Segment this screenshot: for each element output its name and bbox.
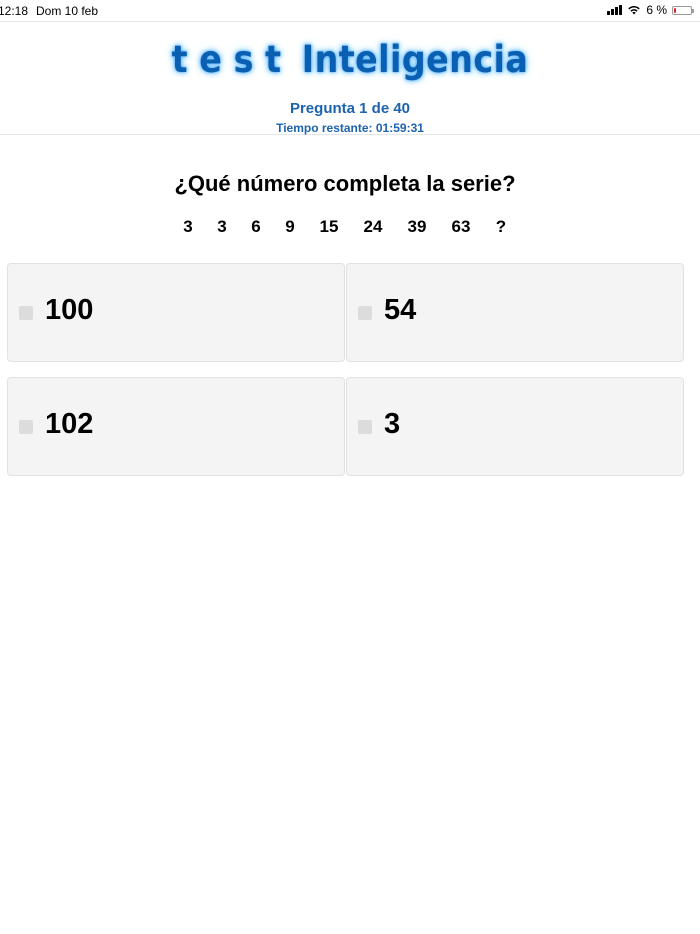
series-item: 6 xyxy=(251,217,261,236)
header: test Inteligencia Pregunta 1 de 40 Tiempo… xyxy=(0,21,700,135)
checkbox-icon[interactable] xyxy=(358,306,372,320)
series-item: 39 xyxy=(407,217,427,236)
app-logo: test Inteligencia xyxy=(35,38,665,81)
status-time: 12:18 xyxy=(0,4,29,18)
answer-option-2[interactable]: 54 xyxy=(346,263,684,362)
status-bar: 12:18 Dom 10 feb 6 % xyxy=(0,0,700,22)
logo-word-test: test xyxy=(171,38,293,81)
answer-label: 54 xyxy=(384,294,417,326)
series-item: 63 xyxy=(451,217,471,236)
checkbox-icon[interactable] xyxy=(358,420,372,434)
question-text: ¿Qué número completa la serie? xyxy=(174,171,516,196)
series-item: 9 xyxy=(285,217,295,236)
checkbox-icon[interactable] xyxy=(19,306,33,320)
number-series: 3 3 6 9 15 24 39 63 ? xyxy=(0,217,690,237)
series-item: 3 xyxy=(217,217,227,236)
series-item: 3 xyxy=(183,217,193,236)
checkbox-icon[interactable] xyxy=(19,420,33,434)
answer-label: 102 xyxy=(45,408,94,440)
answer-label: 100 xyxy=(45,294,94,326)
cellular-signal-icon xyxy=(607,5,623,15)
question-progress: Pregunta 1 de 40 xyxy=(289,100,411,117)
battery-level xyxy=(674,7,676,13)
logo-word-inteligencia: Inteligencia xyxy=(301,38,529,81)
time-remaining: Tiempo restante: 01:59:31 xyxy=(276,121,424,135)
series-item: 15 xyxy=(319,217,339,236)
answer-option-4[interactable]: 3 xyxy=(346,377,684,476)
wifi-icon xyxy=(627,5,641,15)
series-item: 24 xyxy=(363,217,383,236)
series-item: ? xyxy=(495,217,507,236)
battery-percent: 6 % xyxy=(646,3,667,17)
status-date: Dom 10 feb xyxy=(36,4,99,18)
status-indicators: 6 % xyxy=(607,3,694,17)
battery-icon xyxy=(672,5,694,15)
answer-option-3[interactable]: 102 xyxy=(7,377,345,476)
answer-option-1[interactable]: 100 xyxy=(7,263,345,362)
answer-label: 3 xyxy=(384,408,401,440)
